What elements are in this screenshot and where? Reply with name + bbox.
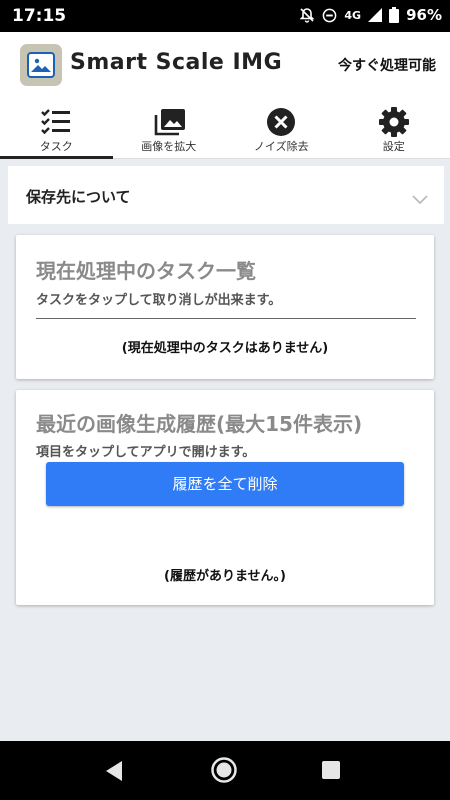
task-list-icon bbox=[40, 107, 72, 137]
divider bbox=[36, 318, 416, 319]
tab-tasks[interactable]: タスク bbox=[0, 98, 113, 159]
cancel-icon bbox=[265, 107, 297, 137]
history-card: 最近の画像生成履歴(最大15件表示) 項目をタップしてアプリで開けます。 履歴を… bbox=[16, 390, 434, 605]
battery-level: 96% bbox=[406, 6, 442, 24]
chevron-down-icon bbox=[412, 190, 428, 209]
app-title: Smart Scale IMG bbox=[70, 50, 283, 75]
system-nav-bar bbox=[0, 741, 450, 800]
app-bar: Smart Scale IMG 今すぐ処理可能 bbox=[0, 32, 450, 98]
current-tasks-card: 現在処理中のタスク一覧 タスクをタップして取り消しが出来ます。 (現在処理中のタ… bbox=[16, 235, 434, 379]
tab-upscale[interactable]: 画像を拡大 bbox=[113, 98, 226, 158]
battery-icon bbox=[389, 7, 400, 23]
do-not-disturb-icon bbox=[322, 8, 337, 23]
current-tasks-title: 現在処理中のタスク一覧 bbox=[36, 259, 256, 283]
tab-denoise-label: ノイズ除去 bbox=[253, 140, 309, 153]
history-empty: (履歴がありません。) bbox=[164, 569, 286, 584]
current-tasks-empty: (現在処理中のタスクはありません) bbox=[121, 341, 329, 356]
tab-settings-label: 設定 bbox=[382, 140, 405, 153]
save-location-accordion[interactable]: 保存先について bbox=[8, 166, 444, 224]
signal-icon bbox=[368, 8, 383, 22]
status-bar: 17:15 4G 96% bbox=[0, 0, 450, 32]
tab-upscale-label: 画像を拡大 bbox=[141, 140, 197, 153]
image-icon bbox=[20, 44, 62, 86]
process-now-button[interactable]: 今すぐ処理可能 bbox=[338, 55, 436, 75]
status-time: 17:15 bbox=[12, 6, 67, 26]
delete-all-history-button[interactable]: 履歴を全て削除 bbox=[46, 462, 404, 506]
history-title: 最近の画像生成履歴(最大15件表示) bbox=[36, 412, 363, 436]
history-subtitle: 項目をタップしてアプリで開けます。 bbox=[36, 445, 256, 460]
recent-apps-icon[interactable] bbox=[322, 761, 340, 779]
accordion-label: 保存先について bbox=[26, 188, 131, 206]
gear-icon bbox=[378, 107, 410, 137]
notifications-off-icon bbox=[299, 7, 315, 23]
tab-settings[interactable]: 設定 bbox=[338, 98, 450, 158]
photo-library-icon bbox=[153, 107, 185, 137]
current-tasks-subtitle: タスクをタップして取り消しが出来ます。 bbox=[36, 293, 282, 308]
status-icons: 4G 96% bbox=[299, 6, 442, 24]
home-icon[interactable] bbox=[211, 757, 237, 783]
tab-denoise[interactable]: ノイズ除去 bbox=[225, 98, 338, 158]
network-type: 4G bbox=[344, 8, 362, 22]
back-icon[interactable] bbox=[104, 760, 124, 786]
tab-tasks-label: タスク bbox=[39, 140, 73, 153]
tab-bar: タスク 画像を拡大 ノイズ除去 設定 bbox=[0, 98, 450, 159]
